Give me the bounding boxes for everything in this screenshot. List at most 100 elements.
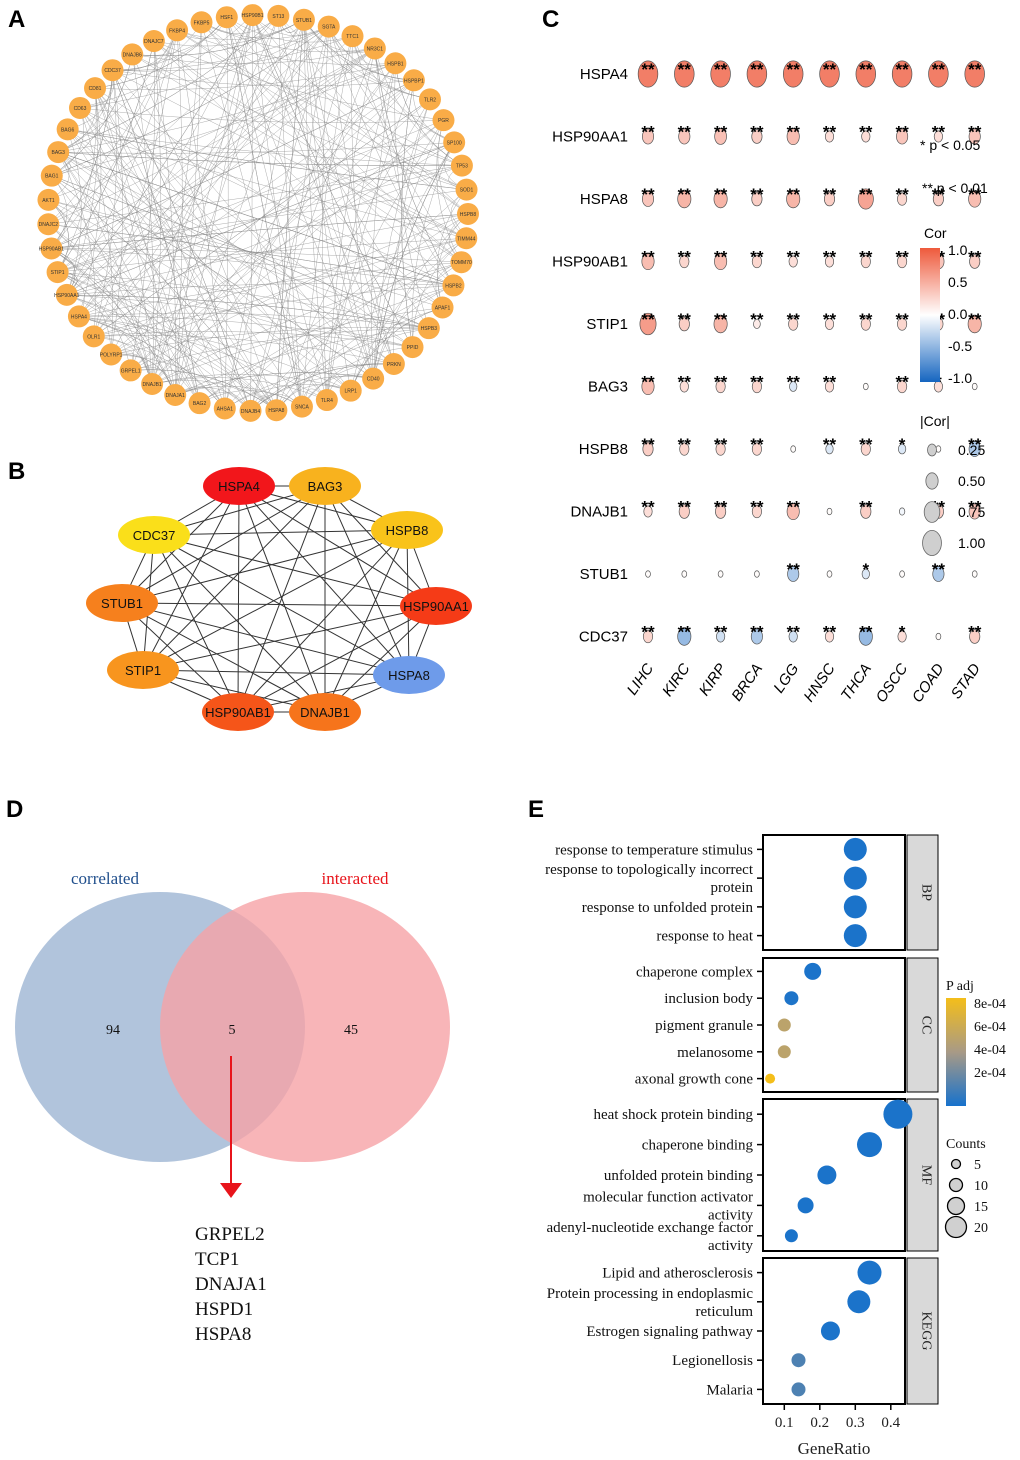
cor-dot (826, 570, 833, 578)
node-label: SGTA (322, 25, 336, 31)
x-tick-label: 0.1 (775, 1415, 794, 1431)
sig-mark: ** (859, 435, 873, 454)
venn-count-intersection: 5 (229, 1023, 236, 1038)
term-label: response to unfolded protein (582, 900, 754, 916)
cor-dot (971, 570, 978, 578)
term-label: Protein processing in endoplasmic (547, 1286, 754, 1302)
network-node: TLR2 (418, 88, 441, 111)
enrichment-dotplot-e: BP response to temperature stimulus respon… (545, 834, 1006, 1458)
venn-label-correlated: correlated (71, 869, 139, 888)
network-node: FKBP4 (166, 19, 189, 42)
x-tick-label: 0.3 (846, 1415, 865, 1431)
enrichment-dot (817, 1165, 837, 1185)
facet-label: CC (919, 1016, 934, 1035)
color-legend-tick: 1.0 (948, 242, 968, 258)
node-label: STUB1 (101, 596, 143, 611)
network-edge (67, 129, 462, 166)
cor-dot (754, 570, 760, 578)
padj-legend-tick: 6e-04 (974, 1020, 1006, 1035)
size-legend-tick: 0.50 (958, 473, 985, 489)
facet-label: KEGG (919, 1312, 934, 1351)
term-label: chaperone complex (636, 964, 754, 980)
node-label: PRKN (387, 362, 401, 368)
node-label: HSPA8 (268, 408, 284, 414)
sig-mark: ** (678, 623, 692, 642)
sig-mark: ** (714, 373, 728, 392)
sig-mark: ** (787, 185, 801, 204)
network-edge (67, 129, 277, 411)
correlation-heatmap-c: HSPA4 ** ** ** ** ** ** ** ** ** ** HSP90AA1 ** ** ** *… (552, 60, 988, 706)
size-legend-dot (922, 530, 942, 557)
network-node: APAF1 (431, 296, 454, 319)
term-label: response to topologically incorrect (545, 862, 754, 878)
node-label: STIP1 (125, 663, 161, 678)
venn-count-correlated-only: 94 (106, 1023, 120, 1038)
size-legend-dot (923, 501, 941, 523)
sig-mark: ** (895, 60, 909, 79)
color-legend-tick: -1.0 (948, 370, 972, 386)
padj-legend-title: P adj (946, 979, 974, 994)
sig-mark: ** (787, 623, 801, 642)
network-edge (48, 165, 462, 225)
network-node: HSF1 (215, 6, 238, 29)
network-node: DNAJC7 (142, 30, 165, 53)
node-label: BAG6 (61, 127, 75, 133)
node-label: HSF1 (220, 15, 233, 21)
network-node: HSPB1 (384, 52, 407, 75)
network-node: DNAJC2 (37, 213, 60, 236)
color-legend-tick: 0.5 (948, 274, 968, 290)
node-label: HSPBP1 (404, 78, 424, 84)
term-label: reticulum (696, 1304, 754, 1320)
sig-mark: ** (823, 623, 837, 642)
enrichment-dot (791, 1353, 806, 1368)
arrow-head-icon (220, 1183, 242, 1198)
column-label: LIHC (624, 660, 658, 698)
term-label: Lipid and atherosclerosis (602, 1266, 753, 1282)
sig-mark: ** (641, 123, 655, 142)
term-label: melanosome (677, 1045, 753, 1061)
intersection-gene: HSPD1 (195, 1299, 253, 1320)
network-node: BAG6 (56, 118, 79, 141)
node-label: DNAJA1 (166, 393, 185, 399)
sig-mark: ** (859, 60, 873, 79)
term-label: pigment granule (655, 1018, 753, 1034)
row-label: HSP90AA1 (552, 129, 628, 146)
sig-mark: ** (750, 498, 764, 517)
sig-mark: ** (678, 373, 692, 392)
ppi-network-a: HSF1 HSP90B1 ST13 STUB1 SGTA TTC1 NR3C1 HSPB1 HS… (37, 4, 479, 422)
facet-label: MF (919, 1165, 934, 1185)
node-label: DNAJC7 (144, 39, 164, 45)
hub-node: HSPA4 (203, 467, 275, 505)
sig-mark: ** (714, 435, 728, 454)
network-edge (132, 54, 277, 411)
node-label: PPID (407, 345, 419, 351)
node-label: TIMM44 (457, 236, 476, 242)
sig-mark: ** (787, 560, 801, 579)
term-label: heat shock protein binding (593, 1107, 753, 1123)
node-label: PGR (438, 118, 449, 124)
node-label: OLR1 (87, 334, 100, 340)
cor-dot (863, 382, 869, 391)
network-node: SGTA (317, 15, 340, 38)
row-label: CDC37 (579, 629, 628, 646)
hub-node: DNAJB1 (289, 693, 361, 731)
sig-mark: ** (859, 123, 873, 142)
row-label: HSPA4 (580, 66, 628, 83)
column-label: STAD (948, 660, 984, 702)
enrichment-dot (857, 1132, 882, 1158)
term-label: inclusion body (664, 991, 753, 1007)
sig-mark: ** (823, 310, 837, 329)
intersection-gene: DNAJA1 (195, 1274, 267, 1295)
node-label: DNAJB1 (300, 705, 350, 720)
enrichment-dot (857, 1260, 882, 1285)
term-label: unfolded protein binding (604, 1168, 754, 1184)
sig-mark: ** (787, 60, 801, 79)
network-edge (142, 485, 326, 671)
enrichment-dot (777, 1045, 791, 1059)
sig-mark: ** (641, 60, 655, 79)
sig-mark: ** (895, 123, 909, 142)
network-node: GRPEL1 (119, 359, 142, 382)
network-node: HSPB2 (442, 274, 465, 297)
network-node: TP53 (450, 154, 473, 177)
node-label: HSPB1 (387, 61, 404, 67)
